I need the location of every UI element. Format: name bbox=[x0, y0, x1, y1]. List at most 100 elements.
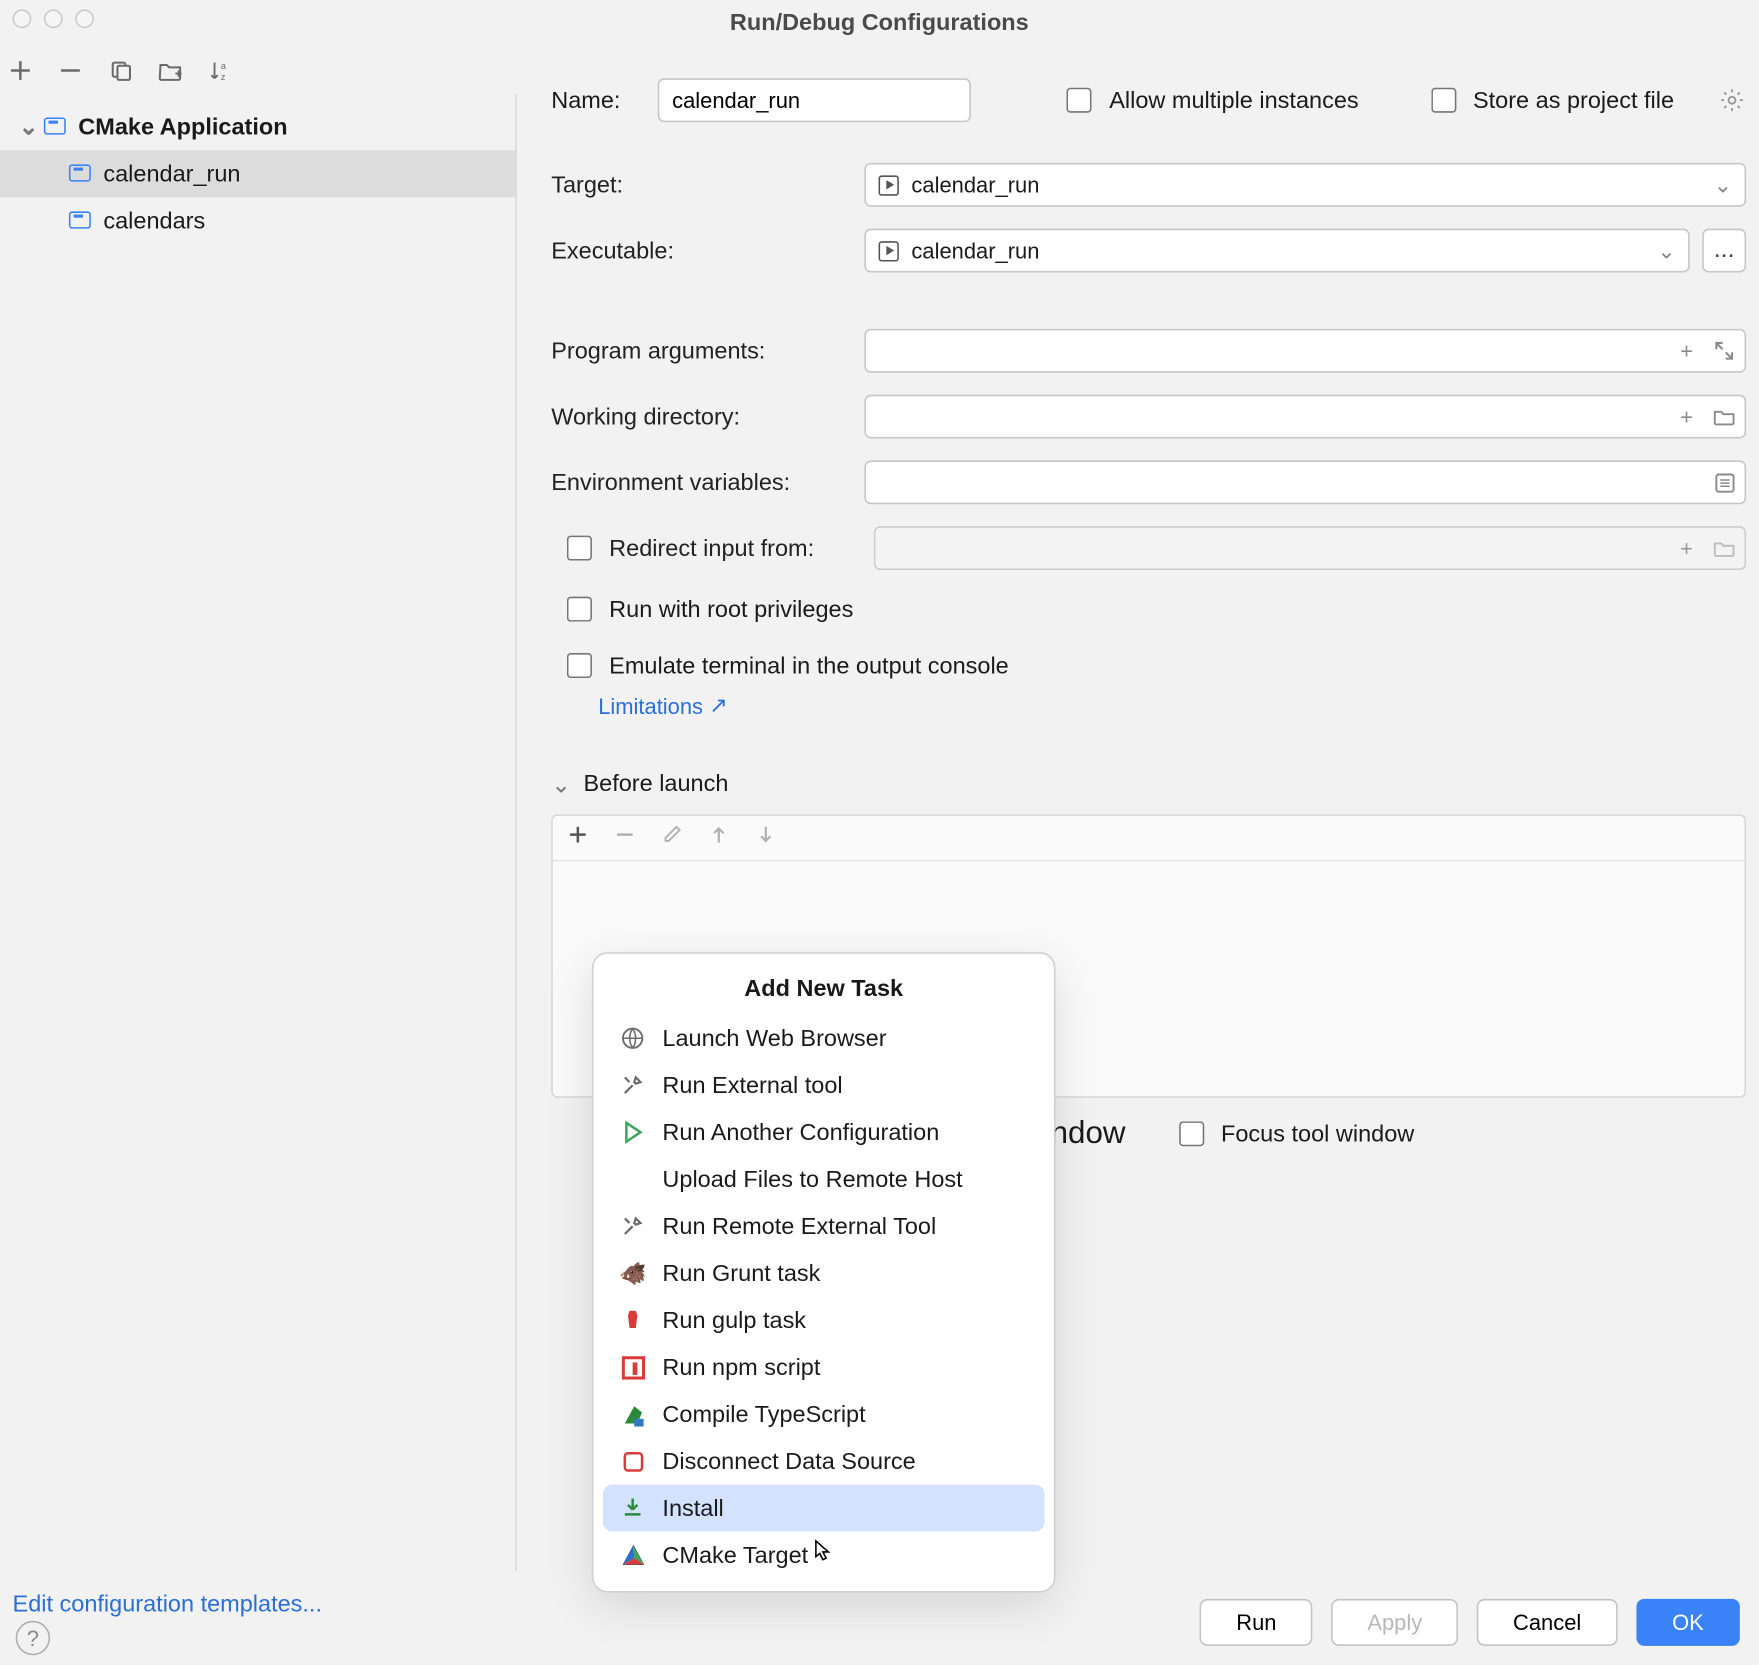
root-priv-checkbox[interactable]: Run with root privileges bbox=[561, 592, 1746, 626]
tools-icon bbox=[619, 1212, 647, 1240]
plus-icon[interactable]: + bbox=[1671, 401, 1702, 432]
disconnect-icon bbox=[619, 1447, 647, 1475]
exec-icon bbox=[879, 240, 899, 260]
copy-config-icon[interactable] bbox=[106, 56, 134, 84]
tree-item-calendar-run[interactable]: calendar_run bbox=[0, 150, 515, 197]
cancel-button[interactable]: Cancel bbox=[1477, 1599, 1617, 1646]
add-task-popup: Add New Task Launch Web Browser Run Exter… bbox=[592, 952, 1056, 1592]
popup-item[interactable]: Run External tool bbox=[603, 1062, 1045, 1109]
help-icon[interactable]: ? bbox=[16, 1621, 50, 1655]
executable-select[interactable]: calendar_run ⌄ bbox=[864, 229, 1689, 273]
ok-button[interactable]: OK bbox=[1636, 1599, 1740, 1646]
blank-icon bbox=[619, 1165, 647, 1193]
popup-item-label: Launch Web Browser bbox=[662, 1025, 886, 1052]
remove-config-icon[interactable] bbox=[56, 56, 84, 84]
popup-title: Add New Task bbox=[603, 976, 1045, 1003]
tree-group-label: CMake Application bbox=[78, 114, 287, 141]
target-icon bbox=[879, 175, 899, 195]
folder-config-icon[interactable] bbox=[157, 56, 185, 84]
popup-item[interactable]: Disconnect Data Source bbox=[603, 1438, 1045, 1485]
executable-label: Executable: bbox=[551, 237, 864, 264]
globe-icon bbox=[619, 1024, 647, 1052]
edit-templates-link[interactable]: Edit configuration templates... bbox=[13, 1591, 322, 1618]
chevron-down-icon: ⌄ bbox=[19, 113, 35, 141]
store-project-checkbox[interactable]: Store as project file bbox=[1424, 83, 1674, 117]
plus-icon[interactable]: + bbox=[1671, 532, 1702, 563]
name-input[interactable] bbox=[658, 78, 971, 122]
cmake-app-icon bbox=[69, 161, 94, 186]
root-priv-label: Run with root privileges bbox=[609, 596, 853, 623]
tree-item-label: calendar_run bbox=[103, 161, 240, 188]
popup-item-label: Run Another Configuration bbox=[662, 1119, 939, 1146]
redirect-checkbox[interactable]: Redirect input from: bbox=[561, 531, 874, 565]
config-tree: ⌄ CMake Application calendar_run calenda… bbox=[0, 94, 517, 1571]
popup-item-label: Upload Files to Remote Host bbox=[662, 1166, 962, 1193]
edit-task-icon[interactable] bbox=[662, 824, 687, 849]
before-launch-section[interactable]: ⌄ Before launch bbox=[551, 770, 1746, 798]
npm-icon bbox=[619, 1353, 647, 1381]
target-select[interactable]: calendar_run ⌄ bbox=[864, 163, 1746, 207]
folder-icon[interactable] bbox=[1709, 401, 1740, 432]
redirect-input[interactable] bbox=[874, 526, 1746, 570]
plus-icon[interactable]: + bbox=[1671, 335, 1702, 366]
chevron-down-icon: ⌄ bbox=[1714, 171, 1732, 198]
folder-icon[interactable] bbox=[1709, 532, 1740, 563]
popup-item-label: Run External tool bbox=[662, 1072, 842, 1099]
grunt-icon: 🐗 bbox=[619, 1259, 647, 1287]
cmake-app-icon bbox=[69, 208, 94, 233]
popup-item-label: CMake Target bbox=[662, 1542, 808, 1569]
move-up-icon[interactable] bbox=[709, 824, 734, 849]
popup-item[interactable]: Run Another Configuration bbox=[603, 1109, 1045, 1156]
allow-multiple-checkbox[interactable]: Allow multiple instances bbox=[1061, 83, 1359, 117]
expand-icon[interactable] bbox=[1709, 335, 1740, 366]
popup-item[interactable]: Run npm script bbox=[603, 1344, 1045, 1391]
popup-item-label: Run gulp task bbox=[662, 1307, 806, 1334]
popup-item-label: Run npm script bbox=[662, 1354, 820, 1381]
popup-item[interactable]: Run gulp task bbox=[603, 1297, 1045, 1344]
sort-alpha-icon[interactable]: az bbox=[207, 56, 235, 84]
popup-item-label: Compile TypeScript bbox=[662, 1401, 865, 1428]
name-label: Name: bbox=[551, 87, 620, 114]
emulate-term-label: Emulate terminal in the output console bbox=[609, 652, 1009, 679]
tree-group-cmake[interactable]: ⌄ CMake Application bbox=[0, 103, 515, 150]
focus-tool-label: Focus tool window bbox=[1221, 1120, 1414, 1147]
add-task-icon[interactable] bbox=[568, 824, 593, 849]
ts-icon bbox=[619, 1400, 647, 1428]
gulp-icon bbox=[619, 1306, 647, 1334]
svg-text:a: a bbox=[221, 60, 227, 71]
popup-item-label: Disconnect Data Source bbox=[662, 1448, 915, 1475]
popup-item-label: Run Remote External Tool bbox=[662, 1213, 936, 1240]
cmake-app-icon bbox=[44, 114, 69, 139]
gear-icon[interactable] bbox=[1718, 86, 1746, 114]
args-input[interactable] bbox=[864, 329, 1746, 373]
limitations-link[interactable]: Limitations↗ bbox=[598, 692, 727, 719]
before-launch-toolbar bbox=[553, 815, 1745, 860]
popup-item[interactable]: Launch Web Browser bbox=[603, 1015, 1045, 1062]
cmake-icon bbox=[619, 1541, 647, 1569]
external-icon: ↗ bbox=[709, 692, 727, 719]
popup-item[interactable]: 🐗Run Grunt task bbox=[603, 1250, 1045, 1297]
remove-task-icon[interactable] bbox=[615, 824, 640, 849]
tree-item-calendars[interactable]: calendars bbox=[0, 197, 515, 244]
add-config-icon[interactable] bbox=[6, 56, 34, 84]
wd-input[interactable] bbox=[864, 395, 1746, 439]
executable-browse-button[interactable]: ... bbox=[1702, 229, 1746, 273]
move-down-icon[interactable] bbox=[756, 824, 781, 849]
target-label: Target: bbox=[551, 171, 864, 198]
executable-value: calendar_run bbox=[911, 238, 1039, 263]
target-value: calendar_run bbox=[911, 172, 1039, 197]
redirect-label: Redirect input from: bbox=[609, 535, 814, 562]
focus-tool-checkbox[interactable]: Focus tool window bbox=[1172, 1116, 1414, 1152]
popup-item[interactable]: Install bbox=[603, 1485, 1045, 1532]
popup-item[interactable]: Compile TypeScript bbox=[603, 1391, 1045, 1438]
before-launch-label: Before launch bbox=[583, 770, 728, 797]
store-project-label: Store as project file bbox=[1473, 87, 1674, 114]
popup-item[interactable]: Run Remote External Tool bbox=[603, 1203, 1045, 1250]
emulate-term-checkbox[interactable]: Emulate terminal in the output console bbox=[561, 648, 1746, 682]
env-input[interactable] bbox=[864, 460, 1746, 504]
popup-item[interactable]: Upload Files to Remote Host bbox=[603, 1156, 1045, 1203]
list-icon[interactable] bbox=[1709, 467, 1740, 498]
run-button[interactable]: Run bbox=[1200, 1599, 1312, 1646]
popup-item-label: Install bbox=[662, 1495, 723, 1522]
apply-button[interactable]: Apply bbox=[1331, 1599, 1458, 1646]
